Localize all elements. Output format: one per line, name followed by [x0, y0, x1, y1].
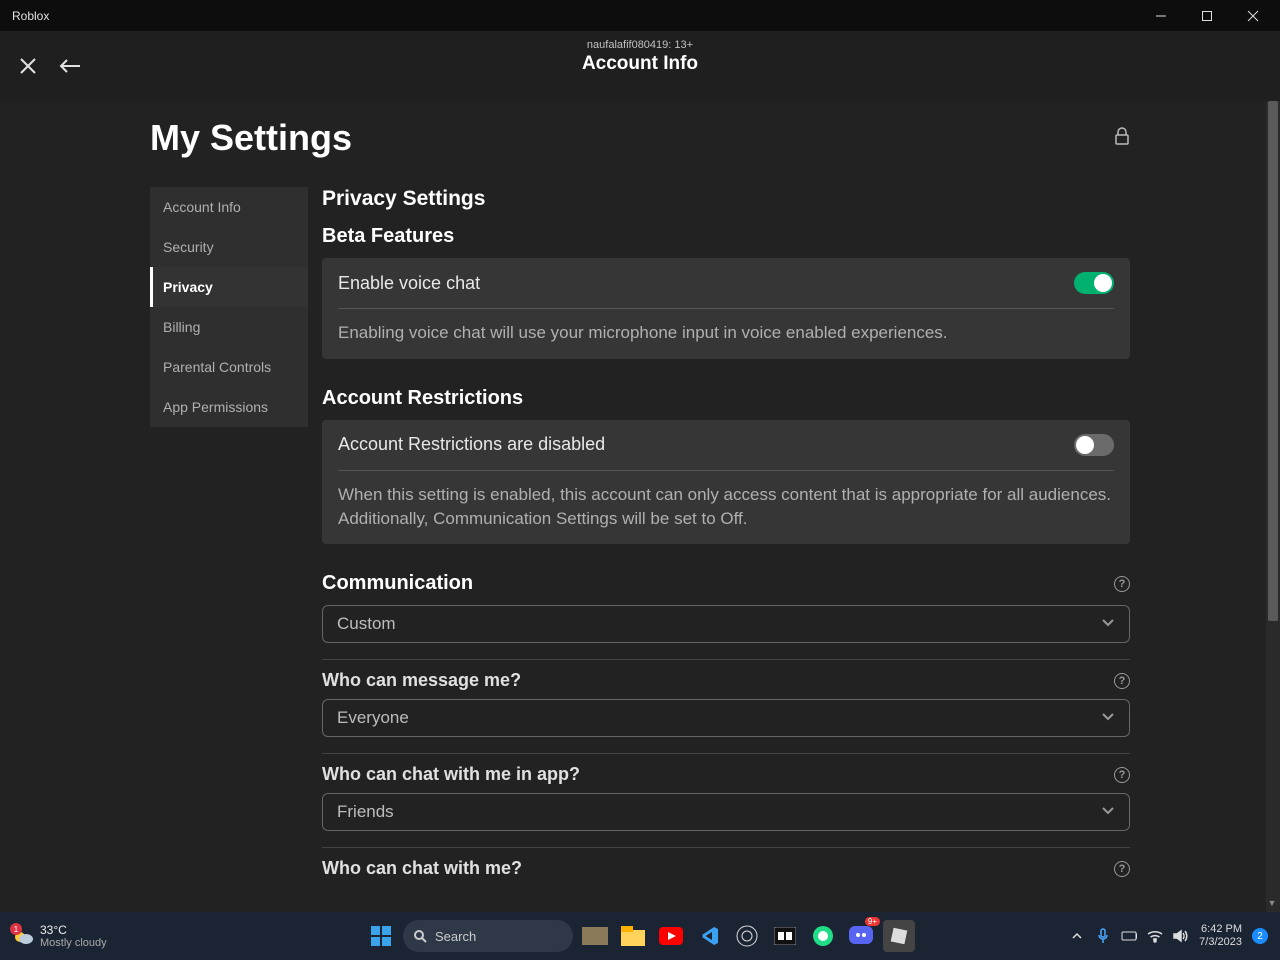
voice-chat-toggle[interactable]: [1074, 272, 1114, 294]
roblox-icon[interactable]: [883, 920, 915, 952]
discord-badge: 9+: [865, 917, 880, 926]
communication-heading: Communication: [322, 572, 473, 595]
discord-icon[interactable]: 9+: [845, 920, 877, 952]
mic-icon[interactable]: [1095, 928, 1111, 944]
privacy-heading: Privacy Settings: [322, 187, 1130, 211]
restrictions-heading: Account Restrictions: [322, 387, 1130, 410]
restrictions-label: Account Restrictions are disabled: [338, 434, 605, 455]
chevron-down-icon: [1101, 709, 1115, 727]
weather-temp: 33°C: [40, 923, 107, 937]
scrollbar[interactable]: ▲ ▼: [1266, 101, 1280, 912]
scroll-down-icon[interactable]: ▼: [1267, 898, 1277, 910]
lock-icon[interactable]: [1114, 127, 1130, 150]
sidebar-item-security[interactable]: Security: [150, 227, 308, 267]
taskbar-app-7[interactable]: [807, 920, 839, 952]
comm-field-label: Who can message me?: [322, 670, 521, 691]
start-button[interactable]: [365, 920, 397, 952]
page-title: My Settings: [150, 117, 352, 159]
app-header: naufalafif080419: 13+ Account Info: [0, 31, 1280, 101]
maximize-button[interactable]: [1184, 0, 1230, 31]
youtube-icon[interactable]: [655, 920, 687, 952]
sidebar-item-billing[interactable]: Billing: [150, 307, 308, 347]
scroll-thumb[interactable]: [1268, 101, 1278, 621]
comm-field-dropdown-0[interactable]: Everyone: [322, 699, 1130, 737]
voice-chat-label: Enable voice chat: [338, 273, 480, 294]
search-placeholder: Search: [435, 929, 476, 944]
minimize-button[interactable]: [1138, 0, 1184, 31]
weather-icon: 1: [12, 925, 34, 947]
sidebar-item-privacy[interactable]: Privacy: [150, 267, 308, 307]
taskbar-app-5[interactable]: [731, 920, 763, 952]
close-window-button[interactable]: [1230, 0, 1276, 31]
window-controls: [1138, 0, 1276, 31]
weather-badge: 1: [10, 923, 22, 935]
window-titlebar: Roblox: [0, 0, 1280, 31]
tray-overflow-icon[interactable]: [1069, 928, 1085, 944]
close-icon[interactable]: [14, 52, 42, 80]
help-icon[interactable]: ?: [1114, 673, 1130, 689]
comm-field-label: Who can chat with me?: [322, 858, 522, 879]
volume-icon[interactable]: [1173, 928, 1189, 944]
sidebar-item-account-info[interactable]: Account Info: [150, 187, 308, 227]
taskbar-search[interactable]: Search: [403, 920, 573, 952]
vscode-icon[interactable]: [693, 920, 725, 952]
settings-sidebar: Account InfoSecurityPrivacyBillingParent…: [150, 187, 308, 427]
header-title: Account Info: [582, 53, 698, 75]
weather-widget[interactable]: 1 33°C Mostly cloudy: [12, 923, 107, 949]
taskbar-app-1[interactable]: [579, 920, 611, 952]
restrictions-desc: When this setting is enabled, this accou…: [338, 483, 1114, 531]
help-icon[interactable]: ?: [1114, 767, 1130, 783]
restrictions-toggle[interactable]: [1074, 434, 1114, 456]
help-icon[interactable]: ?: [1114, 576, 1130, 592]
comm-field-value: Friends: [337, 802, 394, 822]
wifi-icon[interactable]: [1147, 928, 1163, 944]
restrictions-card: Account Restrictions are disabled When t…: [322, 420, 1130, 545]
weather-cond: Mostly cloudy: [40, 937, 107, 949]
beta-heading: Beta Features: [322, 225, 1130, 248]
comm-field-label: Who can chat with me in app?: [322, 764, 580, 785]
comm-field-dropdown-1[interactable]: Friends: [322, 793, 1130, 831]
sidebar-item-app-permissions[interactable]: App Permissions: [150, 387, 308, 427]
time: 6:42 PM: [1199, 923, 1242, 936]
header-subtitle: naufalafif080419: 13+: [582, 39, 698, 51]
clock[interactable]: 6:42 PM 7/3/2023: [1199, 923, 1242, 949]
voice-chat-card: Enable voice chat Enabling voice chat wi…: [322, 258, 1130, 359]
window-title: Roblox: [12, 9, 49, 23]
taskbar-app-6[interactable]: [769, 920, 801, 952]
chevron-down-icon: [1101, 615, 1115, 633]
back-icon[interactable]: [56, 52, 84, 80]
battery-icon[interactable]: [1121, 928, 1137, 944]
notification-badge[interactable]: 2: [1252, 928, 1268, 944]
date: 7/3/2023: [1199, 936, 1242, 949]
settings-page: My Settings Account InfoSecurityPrivacyB…: [0, 101, 1280, 912]
voice-chat-desc: Enabling voice chat will use your microp…: [338, 321, 1114, 345]
communication-mode-value: Custom: [337, 614, 396, 634]
taskbar: 1 33°C Mostly cloudy Search 9+ 6:42 PM 7…: [0, 912, 1280, 960]
comm-field-value: Everyone: [337, 708, 409, 728]
sidebar-item-parental-controls[interactable]: Parental Controls: [150, 347, 308, 387]
help-icon[interactable]: ?: [1114, 861, 1130, 877]
chevron-down-icon: [1101, 803, 1115, 821]
search-icon: [413, 929, 427, 943]
file-explorer-icon[interactable]: [617, 920, 649, 952]
communication-mode-dropdown[interactable]: Custom: [322, 605, 1130, 643]
